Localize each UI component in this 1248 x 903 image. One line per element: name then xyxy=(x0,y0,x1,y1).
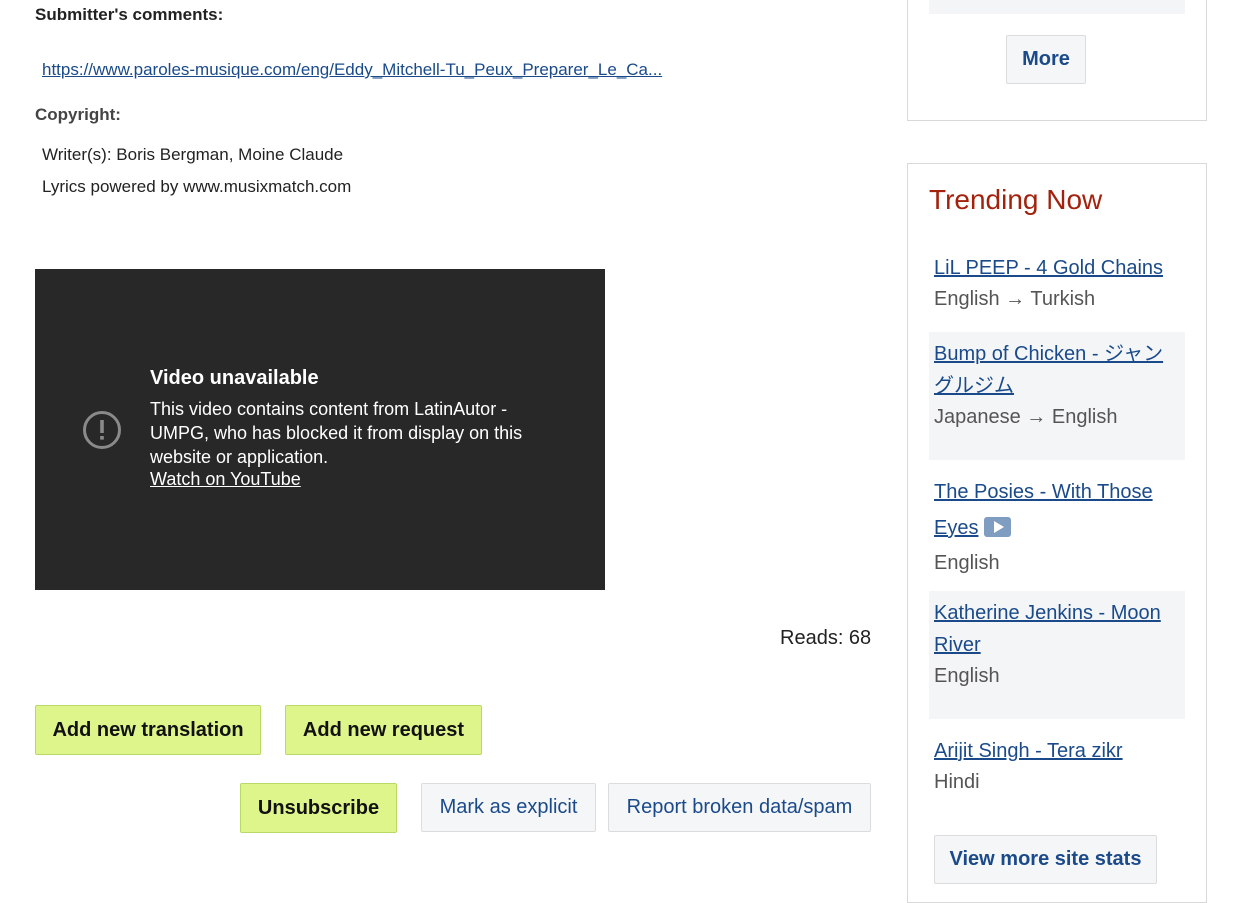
trending-item-link-line1: The Posies - With Those xyxy=(934,481,1153,503)
trending-item-language: Japanese → English xyxy=(934,406,1118,428)
trending-item-link-line2: River xyxy=(934,634,981,656)
sidebar-top-item-remnant xyxy=(929,0,1185,14)
add-new-translation-button[interactable]: Add new translation xyxy=(35,705,261,755)
trending-item-link-line1: Katherine Jenkins - Moon xyxy=(934,602,1161,624)
exclamation-circle-icon xyxy=(82,410,122,455)
trending-item-link[interactable]: Bump of Chicken - ジャン グルジム xyxy=(934,343,1163,397)
trending-item: Katherine Jenkins - Moon River English xyxy=(929,591,1185,719)
trending-item-language: Hindi xyxy=(934,771,980,793)
more-button[interactable]: More xyxy=(1006,35,1086,84)
trending-item: The Posies - With Those Eyes English xyxy=(929,470,1185,584)
trending-item-language: English → Turkish xyxy=(934,288,1096,310)
trending-item: LiL PEEP - 4 Gold Chains English → Turki… xyxy=(929,246,1185,320)
view-more-site-stats-button[interactable]: View more site stats xyxy=(934,835,1157,884)
trending-item-link-line2: Eyes xyxy=(934,517,979,539)
report-broken-data-button[interactable]: Report broken data/spam xyxy=(608,783,871,832)
trending-item-link[interactable]: LiL PEEP - 4 Gold Chains xyxy=(934,257,1163,279)
trending-item-link[interactable]: The Posies - With Those Eyes xyxy=(934,481,1153,539)
trending-item-link-line1: Bump of Chicken - ジャン xyxy=(934,343,1164,365)
video-message-line1: This video contains content from LatinAu… xyxy=(150,399,508,419)
trending-item: Arijit Singh - Tera zikr Hindi xyxy=(929,729,1185,803)
source-link[interactable]: https://www.paroles-musique.com/eng/Eddy… xyxy=(42,60,662,80)
reads-count: Reads: 68 xyxy=(780,627,872,649)
trending-item-language: English xyxy=(934,665,1000,687)
copyright-label: Copyright: xyxy=(35,105,121,124)
trending-item-language: English xyxy=(934,552,1000,574)
trending-item-link[interactable]: Katherine Jenkins - Moon River xyxy=(934,602,1161,656)
video-unavailable-title: Video unavailable xyxy=(150,367,319,389)
mark-explicit-button[interactable]: Mark as explicit xyxy=(421,783,596,832)
video-play-icon xyxy=(984,517,1012,537)
video-message-line2: UMPG, who has blocked it from display on… xyxy=(150,423,523,443)
add-new-request-button[interactable]: Add new request xyxy=(285,705,482,755)
unsubscribe-button[interactable]: Unsubscribe xyxy=(240,783,397,833)
writers-text: Writer(s): Boris Bergman, Moine Claude xyxy=(42,145,344,164)
trending-now-title: Trending Now xyxy=(929,184,1103,215)
video-message-line3: website or application. xyxy=(150,447,329,467)
powered-by-text: Lyrics powered by www.musixmatch.com xyxy=(42,177,352,196)
trending-item: Bump of Chicken - ジャン グルジム Japanese → Eng… xyxy=(929,332,1185,460)
trending-item-link[interactable]: Arijit Singh - Tera zikr xyxy=(934,740,1123,762)
submitter-comments-label: Submitter's comments: xyxy=(35,5,224,24)
watch-on-youtube-link[interactable]: Watch on YouTube xyxy=(150,469,301,490)
trending-item-link-line2: グルジム xyxy=(934,375,1014,397)
